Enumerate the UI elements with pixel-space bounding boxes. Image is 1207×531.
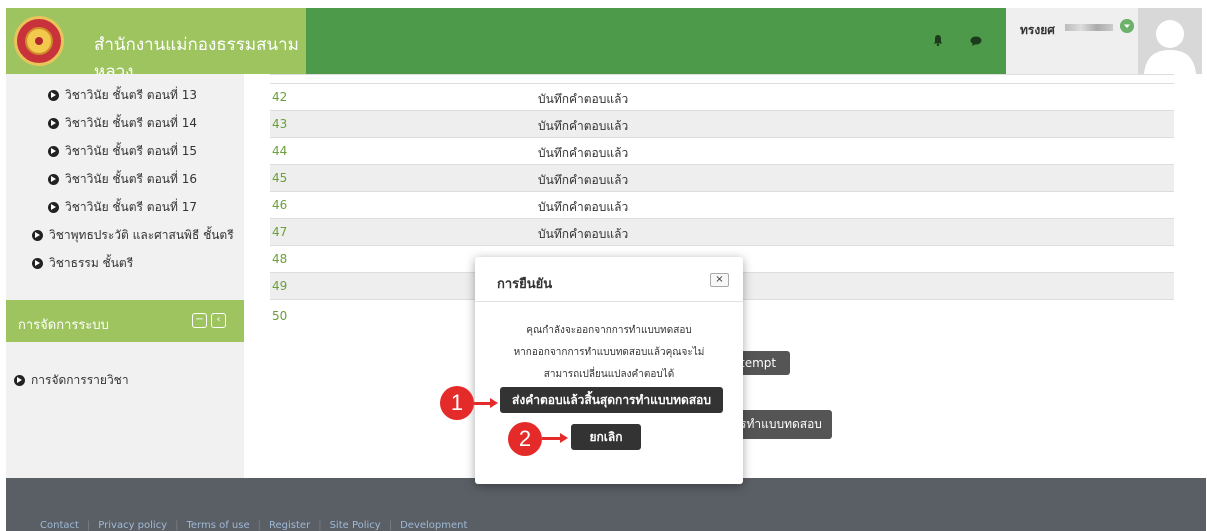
footer-separator: | <box>86 520 91 531</box>
submit-and-finish-button[interactable]: ส่งคำตอบแล้วสิ้นสุดการทำแบบทดสอบ <box>500 387 723 413</box>
question-status: บันทึกคำตอบแล้ว <box>538 119 629 133</box>
footer-link-development[interactable]: Development <box>400 520 467 531</box>
sidebar-item-label: วิชาวินัย ชั้นตรี ตอนที่ 15 <box>65 144 198 158</box>
question-number[interactable]: 46 <box>272 198 287 212</box>
question-status: บันทึกคำตอบแล้ว <box>538 200 629 214</box>
table-row-partial <box>270 74 1174 84</box>
question-status: บันทึกคำตอบแล้ว <box>538 146 629 160</box>
question-status: บันทึกคำตอบแล้ว <box>538 173 629 187</box>
arrow-circle-icon <box>32 258 43 269</box>
sidebar-item-label: วิชาวินัย ชั้นตรี ตอนที่ 17 <box>65 200 198 214</box>
cancel-button[interactable]: ยกเลิก <box>571 424 641 450</box>
sidebar-item[interactable]: วิชาวินัย ชั้นตรี ตอนที่ 15 <box>48 142 197 161</box>
question-number[interactable]: 45 <box>272 171 287 185</box>
close-icon[interactable]: × <box>710 273 729 287</box>
sidebar-item-label: วิชาวินัย ชั้นตรี ตอนที่ 16 <box>65 172 198 186</box>
footer-link-privacy[interactable]: Privacy policy <box>98 520 167 531</box>
sidebar-item-course-management[interactable]: การจัดการรายวิชา <box>14 371 129 390</box>
sidebar-item[interactable]: วิชาวินัย ชั้นตรี ตอนที่ 16 <box>48 170 197 189</box>
footer-link-register[interactable]: Register <box>269 520 310 531</box>
footer-link-contact[interactable]: Contact <box>40 520 79 531</box>
table-row[interactable]: 46 บันทึกคำตอบแล้ว <box>270 192 1174 219</box>
arrow-circle-icon <box>48 202 59 213</box>
logo <box>14 16 64 66</box>
footer-separator: | <box>257 520 262 531</box>
system-management-title: การจัดการระบบ <box>18 318 109 333</box>
avatar[interactable] <box>1138 8 1202 74</box>
dialog-title: การยืนยัน <box>497 277 553 292</box>
question-number[interactable]: 44 <box>272 144 287 158</box>
question-number[interactable]: 42 <box>272 90 287 104</box>
user-silhouette-icon <box>1144 20 1196 74</box>
top-navbar <box>306 8 1006 74</box>
sidebar-item[interactable]: วิชาพุทธประวัติ และศาสนพิธี ชั้นตรี <box>32 226 234 245</box>
table-row[interactable]: 43 บันทึกคำตอบแล้ว <box>270 111 1174 138</box>
dialog-message-line: คุณกำลังจะออกจากการทำแบบทดสอบ <box>526 325 692 336</box>
callout-arrow-1 <box>474 398 498 408</box>
sidebar-item-label: วิชาธรรม ชั้นตรี <box>49 256 134 270</box>
chevron-down-icon[interactable] <box>1120 19 1134 33</box>
question-number[interactable]: 47 <box>272 225 287 239</box>
footer-separator: | <box>388 520 393 531</box>
arrow-circle-icon <box>48 146 59 157</box>
sidebar-item-label: วิชาพุทธประวัติ และศาสนพิธี ชั้นตรี <box>49 228 234 242</box>
user-surname-redacted <box>1065 24 1113 31</box>
question-status: บันทึกคำตอบแล้ว <box>538 92 629 106</box>
bell-icon[interactable] <box>932 34 944 46</box>
table-row[interactable]: 47 บันทึกคำตอบแล้ว <box>270 219 1174 246</box>
callout-arrow-2 <box>542 433 568 443</box>
sidebar-item[interactable]: วิชาวินัย ชั้นตรี ตอนที่ 17 <box>48 198 197 217</box>
table-row[interactable]: 42 บันทึกคำตอบแล้ว <box>270 84 1174 111</box>
sidebar-item-label: วิชาวินัย ชั้นตรี ตอนที่ 14 <box>65 116 198 130</box>
callout-badge-1: 1 <box>440 386 474 420</box>
arrow-circle-icon <box>48 90 59 101</box>
footer: Contact | Privacy policy | Terms of use … <box>6 478 1206 531</box>
footer-link-site-policy[interactable]: Site Policy <box>330 520 381 531</box>
question-status: บันทึกคำตอบแล้ว <box>538 227 629 241</box>
sidebar-item[interactable]: วิชาธรรม ชั้นตรี <box>32 254 133 273</box>
sidebar-item[interactable]: วิชาวินัย ชั้นตรี ตอนที่ 13 <box>48 86 197 105</box>
dialog-message-line: สามารถเปลี่ยนแปลงคำตอบได้ <box>543 369 675 380</box>
callout-badge-2: 2 <box>508 422 542 456</box>
chat-icon[interactable] <box>970 36 982 46</box>
arrow-circle-icon <box>48 174 59 185</box>
footer-links: Contact | Privacy policy | Terms of use … <box>40 520 467 531</box>
table-row[interactable]: 44 บันทึกคำตอบแล้ว <box>270 138 1174 165</box>
user-menu[interactable] <box>1006 8 1138 74</box>
footer-separator: | <box>318 520 322 531</box>
table-row[interactable]: 45 บันทึกคำตอบแล้ว <box>270 165 1174 192</box>
footer-link-terms[interactable]: Terms of use <box>186 520 249 531</box>
arrow-circle-icon <box>48 118 59 129</box>
logo-hub <box>35 37 43 45</box>
question-number[interactable]: 49 <box>272 279 287 293</box>
dialog-divider <box>475 301 743 302</box>
question-number[interactable]: 48 <box>272 252 287 266</box>
brand-bar[interactable]: สำนักงานแม่กองธรรมสนามหลวง <box>6 8 306 82</box>
chevron-left-icon[interactable]: ‹ <box>211 313 226 328</box>
arrow-circle-icon <box>14 375 25 386</box>
sidebar-item[interactable]: วิชาวินัย ชั้นตรี ตอนที่ 14 <box>48 114 197 133</box>
app-window: สำนักงานแม่กองธรรมสนามหลวง ทรงยศ วิชาวิน… <box>0 0 1207 531</box>
dialog-message-line: หากออกจากการทำแบบทดสอบแล้วคุณจะไม่ <box>513 347 705 358</box>
sidebar-item-label: วิชาวินัย ชั้นตรี ตอนที่ 13 <box>65 88 198 102</box>
question-number[interactable]: 50 <box>272 309 287 323</box>
question-number[interactable]: 43 <box>272 117 287 131</box>
user-name[interactable]: ทรงยศ <box>1020 21 1055 40</box>
footer-separator: | <box>175 520 179 531</box>
system-management-header: การจัดการระบบ − ‹ <box>6 300 244 342</box>
collapse-icon[interactable]: − <box>192 313 207 328</box>
sidebar <box>6 74 244 478</box>
arrow-circle-icon <box>32 230 43 241</box>
sidebar-item-label: การจัดการรายวิชา <box>31 373 129 387</box>
